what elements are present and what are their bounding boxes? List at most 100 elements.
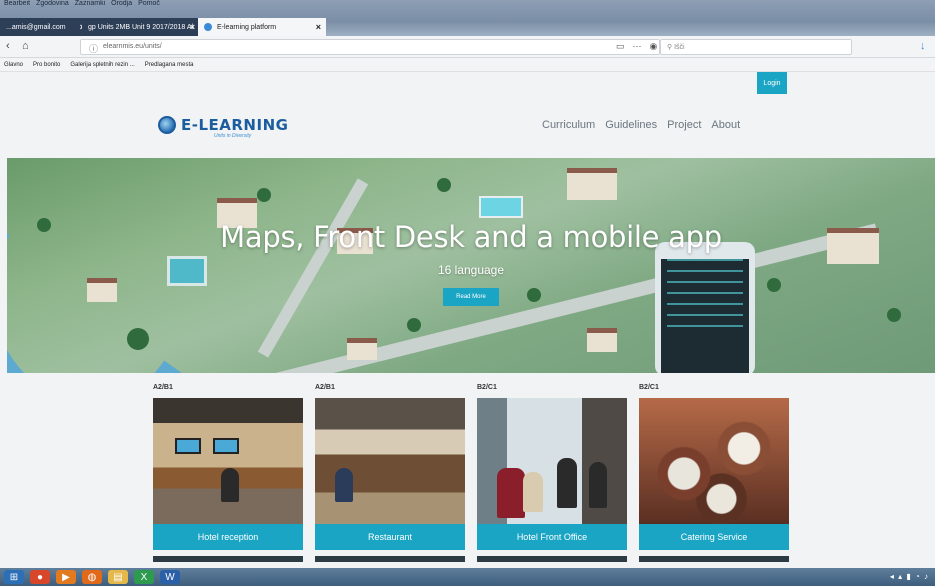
card-label[interactable]: Restaurant — [315, 524, 465, 550]
card-next-row — [639, 556, 789, 562]
hero-illustration-tree — [257, 188, 271, 202]
card-next-row — [315, 556, 465, 562]
close-icon[interactable]: × — [316, 22, 321, 32]
card-next-row — [477, 556, 627, 562]
menu-item[interactable]: Orodja — [111, 0, 132, 10]
login-button[interactable]: Login — [757, 72, 787, 94]
shield-icon[interactable]: ◉ — [650, 41, 658, 52]
menu-item[interactable]: Bearbeit — [4, 0, 30, 10]
menu-item[interactable]: Zgodovina — [36, 0, 69, 10]
close-icon[interactable]: × — [190, 22, 195, 32]
favicon-icon — [204, 23, 212, 31]
logo-name: E-LEARNING — [181, 116, 289, 134]
back-arrow-icon[interactable]: ‹ — [6, 40, 10, 52]
start-button-icon[interactable]: ⊞ — [4, 570, 24, 584]
folder-icon[interactable]: ▤ — [108, 570, 128, 584]
card-image[interactable] — [639, 398, 789, 524]
nav-item-guidelines[interactable]: Guidelines — [605, 119, 657, 131]
hero-illustration-building — [87, 278, 117, 302]
unit-card[interactable]: A2/B1 Hotel reception — [153, 384, 303, 562]
phone-screen-line — [667, 281, 743, 283]
browser-tab[interactable]: ...amis@gmail.com × — [0, 18, 90, 36]
firefox-icon[interactable]: ◍ — [82, 570, 102, 584]
info-icon: ⓘ — [89, 44, 99, 54]
download-icon[interactable]: ↓ — [920, 40, 926, 52]
browser-menubar: Bearbeit Zgodovina Zaznamki Orodja Pomoč — [0, 0, 160, 10]
hero-subtitle: 16 language — [437, 263, 505, 277]
system-tray-icons[interactable]: ◂ ▴ ▮ ◔ ♪ — [890, 572, 929, 581]
card-label[interactable]: Hotel reception — [153, 524, 303, 550]
hero-illustration-building — [587, 328, 617, 352]
hero-illustration-phone — [655, 242, 755, 373]
unit-card[interactable]: A2/B1 Restaurant — [315, 384, 465, 562]
hero-illustration-building — [347, 338, 377, 360]
tab-label: E-learning platform — [217, 23, 277, 31]
main-nav: Curriculum Guidelines Project About — [542, 119, 740, 131]
person-shape — [557, 458, 577, 508]
search-placeholder: Išči — [674, 44, 685, 51]
menu-item[interactable]: Zaznamki — [75, 0, 105, 10]
hero-illustration-pool — [479, 196, 523, 218]
unit-card[interactable]: B2/C1 Hotel Front Office — [477, 384, 627, 562]
tab-label: ...amis@gmail.com — [6, 23, 66, 31]
person-shape — [523, 472, 543, 512]
tab-label: gp Units 2MB Unit 9 2017/2018 Al — [88, 23, 194, 31]
card-level: B2/C1 — [477, 384, 497, 391]
globe-icon — [158, 116, 176, 134]
screen-shape — [213, 438, 239, 454]
hero-illustration-tree — [767, 278, 781, 292]
search-input[interactable]: ⚲ Išči — [660, 39, 852, 55]
card-label[interactable]: Catering Service — [639, 524, 789, 550]
bookmark-item[interactable]: Galerija spletnih rezin ... — [70, 62, 134, 68]
unit-cards: A2/B1 Hotel reception A2/B1 Restaurant B… — [153, 384, 793, 568]
chrome-icon[interactable]: ● — [30, 570, 50, 584]
hero-illustration-building — [567, 168, 617, 200]
person-shape — [335, 468, 353, 502]
website: Login E-LEARNING Units in Diversity Curr… — [0, 72, 935, 568]
hero-title: Maps, Front Desk and a mobile app — [220, 220, 722, 254]
phone-screen-line — [667, 314, 743, 316]
read-more-button[interactable]: Read More — [443, 288, 499, 306]
phone-screen-line — [667, 325, 743, 327]
nav-item-curriculum[interactable]: Curriculum — [542, 119, 595, 131]
person-shape — [221, 468, 239, 502]
bookmark-item[interactable]: Predlagana mesta — [145, 62, 194, 68]
url-bar[interactable]: ⓘ elearnmis.eu/units/ — [80, 39, 660, 55]
url-text: elearnmis.eu/units/ — [103, 43, 162, 50]
more-icon[interactable]: ⋯ — [633, 41, 642, 52]
site-logo[interactable]: E-LEARNING Units in Diversity — [158, 116, 289, 139]
bookmarks-bar: Glavno Pro bonito Galerija spletnih rezi… — [0, 58, 935, 72]
unit-card[interactable]: B2/C1 Catering Service — [639, 384, 789, 562]
media-player-icon[interactable]: ▶ — [56, 570, 76, 584]
browser-tab[interactable]: gp Units 2MB Unit 9 2017/2018 Al × — [82, 18, 200, 36]
nav-item-project[interactable]: Project — [667, 119, 701, 131]
person-shape — [589, 462, 607, 508]
phone-screen-line — [667, 259, 743, 261]
card-image[interactable] — [477, 398, 627, 524]
os-taskbar: ⊞ ● ▶ ◍ ▤ X W ◂ ▴ ▮ ◔ ♪ — [0, 568, 935, 586]
browser-navbar: ‹ ⌂ ⓘ elearnmis.eu/units/ ▭ ⋯ ◉ ☆ ⚲ Išči… — [0, 36, 935, 58]
bookmark-item[interactable]: Glavno — [4, 62, 23, 68]
hero-illustration-tree — [887, 308, 901, 322]
hero-illustration-tree — [127, 328, 149, 350]
browser-tab-active[interactable]: E-learning platform × — [198, 18, 326, 36]
hero-illustration-tree — [407, 318, 421, 332]
nav-item-about[interactable]: About — [711, 119, 740, 131]
card-next-row — [153, 556, 303, 562]
home-icon[interactable]: ⌂ — [22, 40, 29, 52]
bookmark-item[interactable]: Pro bonito — [33, 62, 60, 68]
screen-shape — [175, 438, 201, 454]
card-label[interactable]: Hotel Front Office — [477, 524, 627, 550]
card-level: B2/C1 — [639, 384, 659, 391]
person-shape — [497, 468, 525, 518]
card-image[interactable] — [153, 398, 303, 524]
card-level: A2/B1 — [315, 384, 335, 391]
card-image[interactable] — [315, 398, 465, 524]
phone-screen-line — [667, 292, 743, 294]
word-icon[interactable]: W — [160, 570, 180, 584]
reader-icon[interactable]: ▭ — [616, 41, 625, 52]
hero-illustration-tree — [527, 288, 541, 302]
menu-item[interactable]: Pomoč — [138, 0, 160, 10]
excel-icon[interactable]: X — [134, 570, 154, 584]
card-level: A2/B1 — [153, 384, 173, 391]
